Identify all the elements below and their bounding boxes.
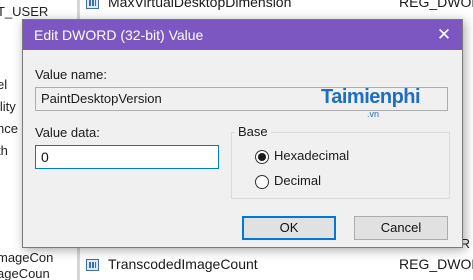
table-row[interactable]: TranscodedImageCount REG_DWORD — [81, 256, 473, 276]
edit-dword-dialog: Edit DWORD (32-bit) Value ✕ Value name: … — [22, 19, 463, 248]
taimienphi-logo: Taimienphi .vn — [321, 86, 461, 119]
reg-binary-icon — [86, 259, 99, 271]
value-data-input[interactable] — [35, 145, 219, 169]
base-label: Base — [235, 124, 271, 139]
value-name-cell: TranscodedImageCount — [108, 256, 258, 272]
hexadecimal-radio[interactable] — [255, 150, 269, 164]
dialog-title: Edit DWORD (32-bit) Value — [34, 27, 204, 43]
tree-item[interactable]: T_USER — [0, 4, 48, 19]
tree-item[interactable]: th — [0, 143, 8, 158]
value-type-cell: REG_DWORD — [399, 256, 473, 272]
hexadecimal-label[interactable]: Hexadecimal — [274, 148, 349, 163]
close-icon[interactable]: ✕ — [426, 20, 462, 50]
watermark-sub: .vn — [367, 109, 380, 119]
tree-item[interactable]: ility — [0, 99, 16, 114]
value-type-cell: REG_DWORD — [399, 0, 473, 10]
table-row[interactable]: MaxVirtualDesktopDimension REG_DWORD — [81, 0, 473, 14]
value-name-text: PaintDesktopVersion — [41, 91, 162, 106]
base-groupbox — [231, 132, 450, 199]
watermark-text: Taimienphi — [321, 86, 421, 108]
tree-item[interactable]: mageCon — [0, 250, 53, 265]
tree-item[interactable]: ageCoun — [0, 266, 50, 280]
cancel-button[interactable]: Cancel — [354, 216, 448, 240]
ok-button[interactable]: OK — [242, 216, 336, 240]
value-name-cell: MaxVirtualDesktopDimension — [108, 0, 292, 10]
reg-binary-icon — [86, 0, 99, 9]
tree-item[interactable]: el — [0, 77, 7, 92]
value-name-label: Value name: — [35, 67, 108, 82]
tree-item[interactable]: nce — [0, 121, 18, 136]
decimal-radio[interactable] — [255, 175, 269, 189]
dialog-titlebar[interactable]: Edit DWORD (32-bit) Value ✕ — [23, 20, 462, 50]
value-data-label: Value data: — [35, 125, 100, 140]
decimal-label[interactable]: Decimal — [274, 173, 321, 188]
